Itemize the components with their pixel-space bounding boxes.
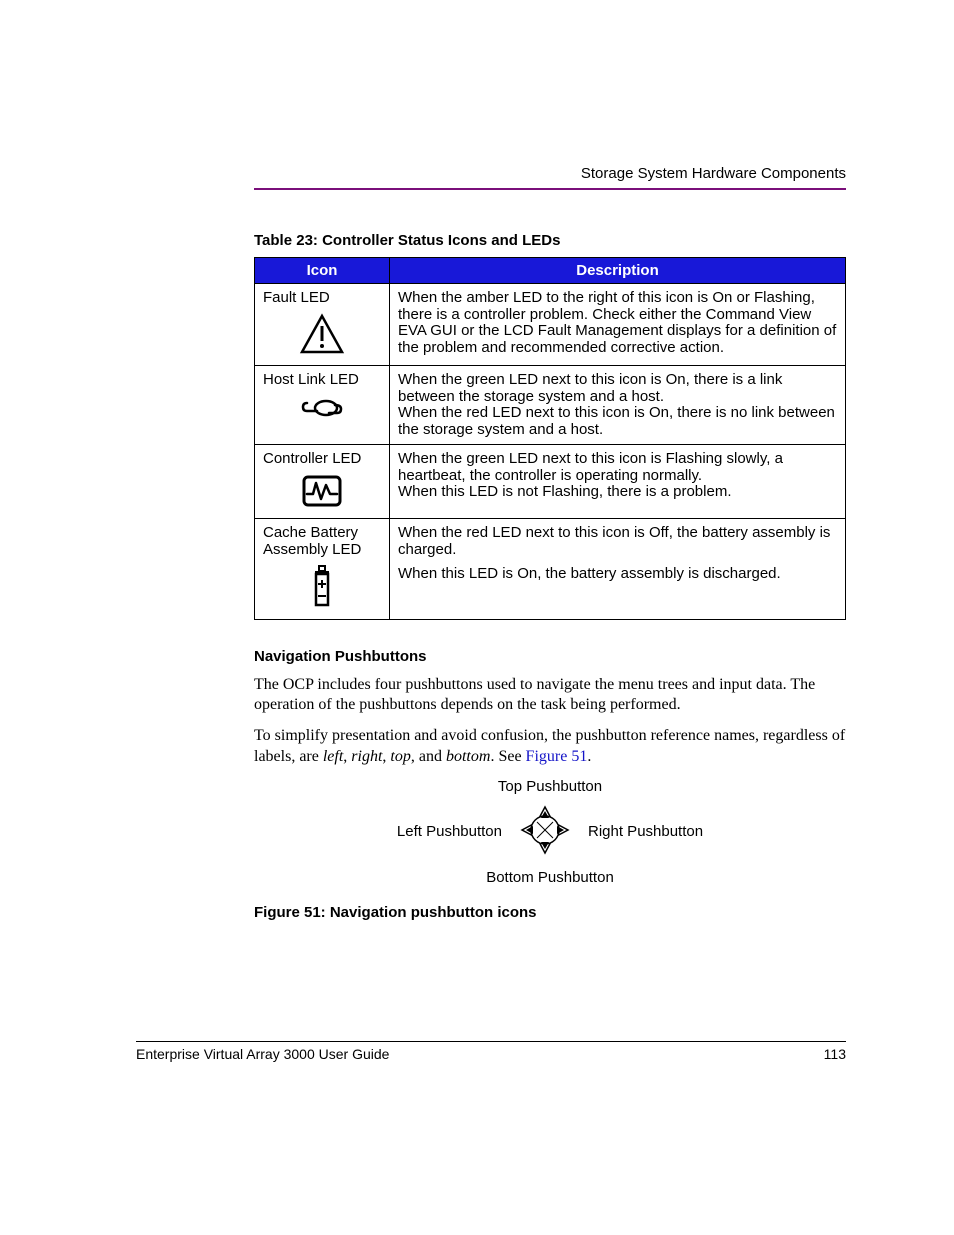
fig-label-bottom: Bottom Pushbutton <box>254 869 846 886</box>
table-row: Controller LED When the green LED next t… <box>255 445 846 519</box>
section-header: Storage System Hardware Components <box>254 165 846 182</box>
controller-desc2: When this LED is not Flashing, there is … <box>398 484 837 501</box>
figure-51: Top Pushbutton Left Pushbutton Right Pus… <box>254 778 846 921</box>
fault-led-label: Fault LED <box>263 290 381 307</box>
th-desc: Description <box>390 258 846 284</box>
controller-led-label: Controller LED <box>263 451 381 468</box>
body-p2: To simplify presentation and avoid confu… <box>254 726 846 768</box>
host-link-desc1: When the green LED next to this icon is … <box>398 372 837 405</box>
nav-heading: Navigation Pushbuttons <box>254 648 846 665</box>
table-caption: Table 23: Controller Status Icons and LE… <box>254 232 846 249</box>
fault-led-icon <box>263 313 381 360</box>
table-row: Cache Battery Assembly LED When th <box>255 519 846 620</box>
fig-label-right: Right Pushbutton <box>588 823 703 840</box>
status-table: Icon Description Fault LED <box>254 257 846 620</box>
footer-page-number: 113 <box>824 1046 846 1062</box>
table-row: Host Link LED When the green LED next to… <box>255 366 846 445</box>
page-footer: Enterprise Virtual Array 3000 User Guide… <box>136 1041 846 1062</box>
battery-desc2: When this LED is On, the battery assembl… <box>398 566 837 583</box>
fault-led-desc: When the amber LED to the right of this … <box>398 290 837 356</box>
controller-led-icon <box>263 474 381 513</box>
header-rule <box>254 188 846 190</box>
figure-caption: Figure 51: Navigation pushbutton icons <box>254 904 846 921</box>
controller-desc1: When the green LED next to this icon is … <box>398 451 837 484</box>
fig-label-left: Left Pushbutton <box>397 823 502 840</box>
host-link-desc2: When the red LED next to this icon is On… <box>398 405 837 438</box>
nav-pushbutton-icon <box>520 805 570 859</box>
battery-led-label: Cache Battery Assembly LED <box>263 525 381 558</box>
footer-doc-title: Enterprise Virtual Array 3000 User Guide <box>136 1046 389 1062</box>
host-link-label: Host Link LED <box>263 372 381 389</box>
fig-label-top: Top Pushbutton <box>254 778 846 795</box>
battery-desc1: When the red LED next to this icon is Of… <box>398 525 837 558</box>
th-icon: Icon <box>255 258 390 284</box>
figure-51-link[interactable]: Figure 51 <box>526 748 588 765</box>
battery-led-icon <box>263 564 381 613</box>
table-row: Fault LED When the amber LED to the righ… <box>255 284 846 366</box>
host-link-led-icon <box>263 395 381 426</box>
body-p1: The OCP includes four pushbuttons used t… <box>254 675 846 717</box>
